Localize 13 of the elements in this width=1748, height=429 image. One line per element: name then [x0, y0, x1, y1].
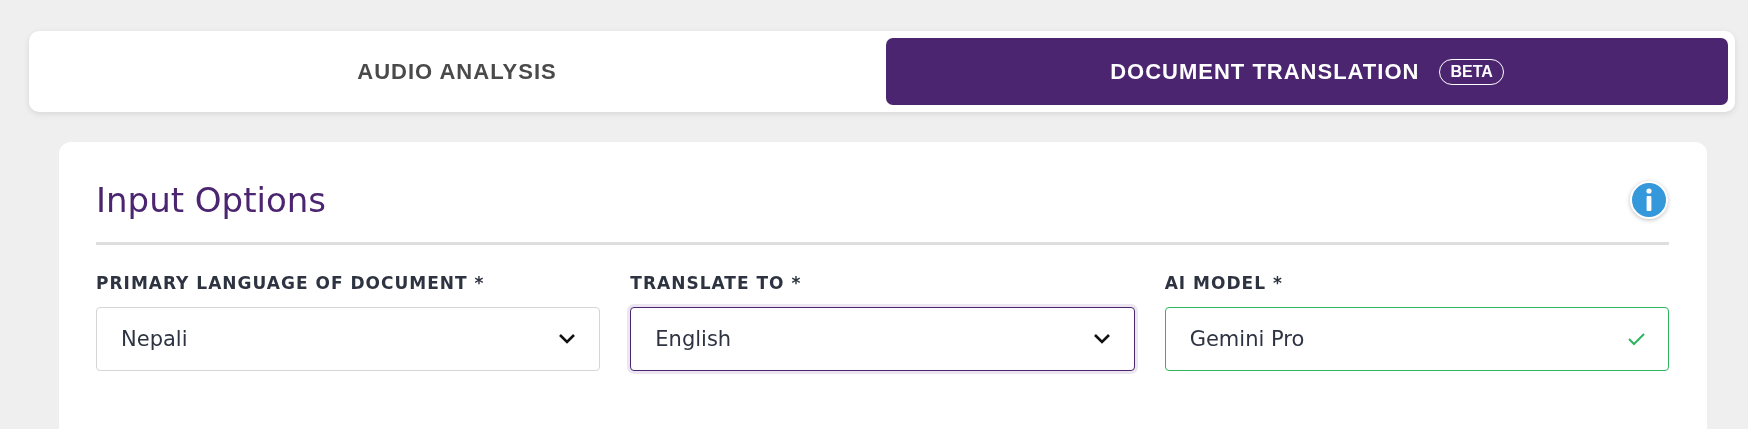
field-label: PRIMARY LANGUAGE OF DOCUMENT *	[96, 273, 486, 293]
input-field[interactable]: Gemini Pro	[1164, 307, 1669, 371]
chevron-down-icon	[1091, 332, 1112, 346]
chevron-down-icon	[557, 332, 578, 346]
dropdown-field[interactable]: English	[630, 307, 1135, 371]
dropdown-field[interactable]: Nepali	[96, 307, 601, 371]
tab[interactable]: DOCUMENT TRANSLATION BETA	[886, 38, 1728, 105]
field-label: TRANSLATE TO *	[630, 273, 803, 293]
field-label: AI MODEL *	[1164, 273, 1284, 293]
info-icon[interactable]	[1629, 180, 1669, 220]
tab[interactable]: AUDIO ANALYSIS	[36, 38, 878, 105]
checkmark-icon	[1626, 332, 1646, 346]
section-title: Input Options	[96, 180, 327, 220]
